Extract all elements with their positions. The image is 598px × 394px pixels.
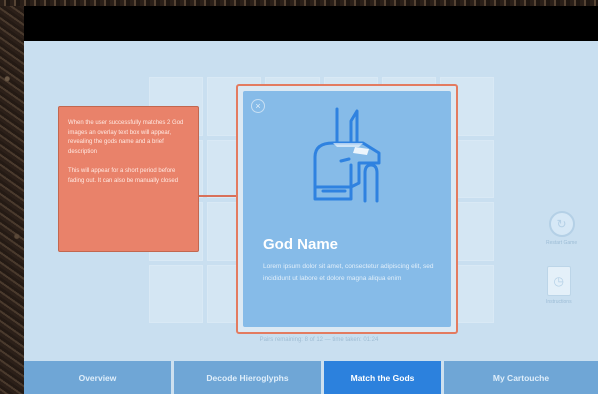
anubis-icon [313,107,381,203]
instructions-label: Instructions [546,299,572,305]
tooltip-paragraph-2: This will appear for a short period befo… [68,168,179,184]
tab-overview[interactable]: Overview [24,361,171,394]
document-icon[interactable]: ◷ [546,266,571,296]
bottom-tab-bar: Overview Decode Hieroglyphs Match the Go… [24,361,598,394]
god-reveal-card: × God Name Lorem ipsum dolor sit amet, c… [236,84,458,334]
tab-match-the-gods[interactable]: Match the Gods [324,361,441,394]
tab-my-cartouche[interactable]: My Cartouche [444,361,598,394]
grid-status-text: Pairs remaining: 8 of 12 — time taken: 0… [259,337,379,343]
tooltip-connector [199,195,237,197]
restart-control[interactable]: ↻ Restart Game [546,211,577,246]
top-bar [24,6,598,41]
grid-card[interactable] [149,264,204,323]
annotation-tooltip: When the user successfully matches 2 God… [58,106,199,252]
god-description: Lorem ipsum dolor sit amet, consectetur … [263,263,434,282]
close-button[interactable]: × [251,99,265,113]
instructions-control[interactable]: ◷ Instructions [546,266,572,305]
god-reveal-panel: × God Name Lorem ipsum dolor sit amet, c… [243,91,451,327]
tab-decode-hieroglyphs[interactable]: Decode Hieroglyphs [174,361,321,394]
tooltip-paragraph-1: When the user successfully matches 2 God… [68,120,184,155]
god-name-title: God Name [263,236,339,253]
restart-icon[interactable]: ↻ [548,211,575,237]
restart-label: Restart Game [546,240,578,246]
background-texture [0,0,24,394]
